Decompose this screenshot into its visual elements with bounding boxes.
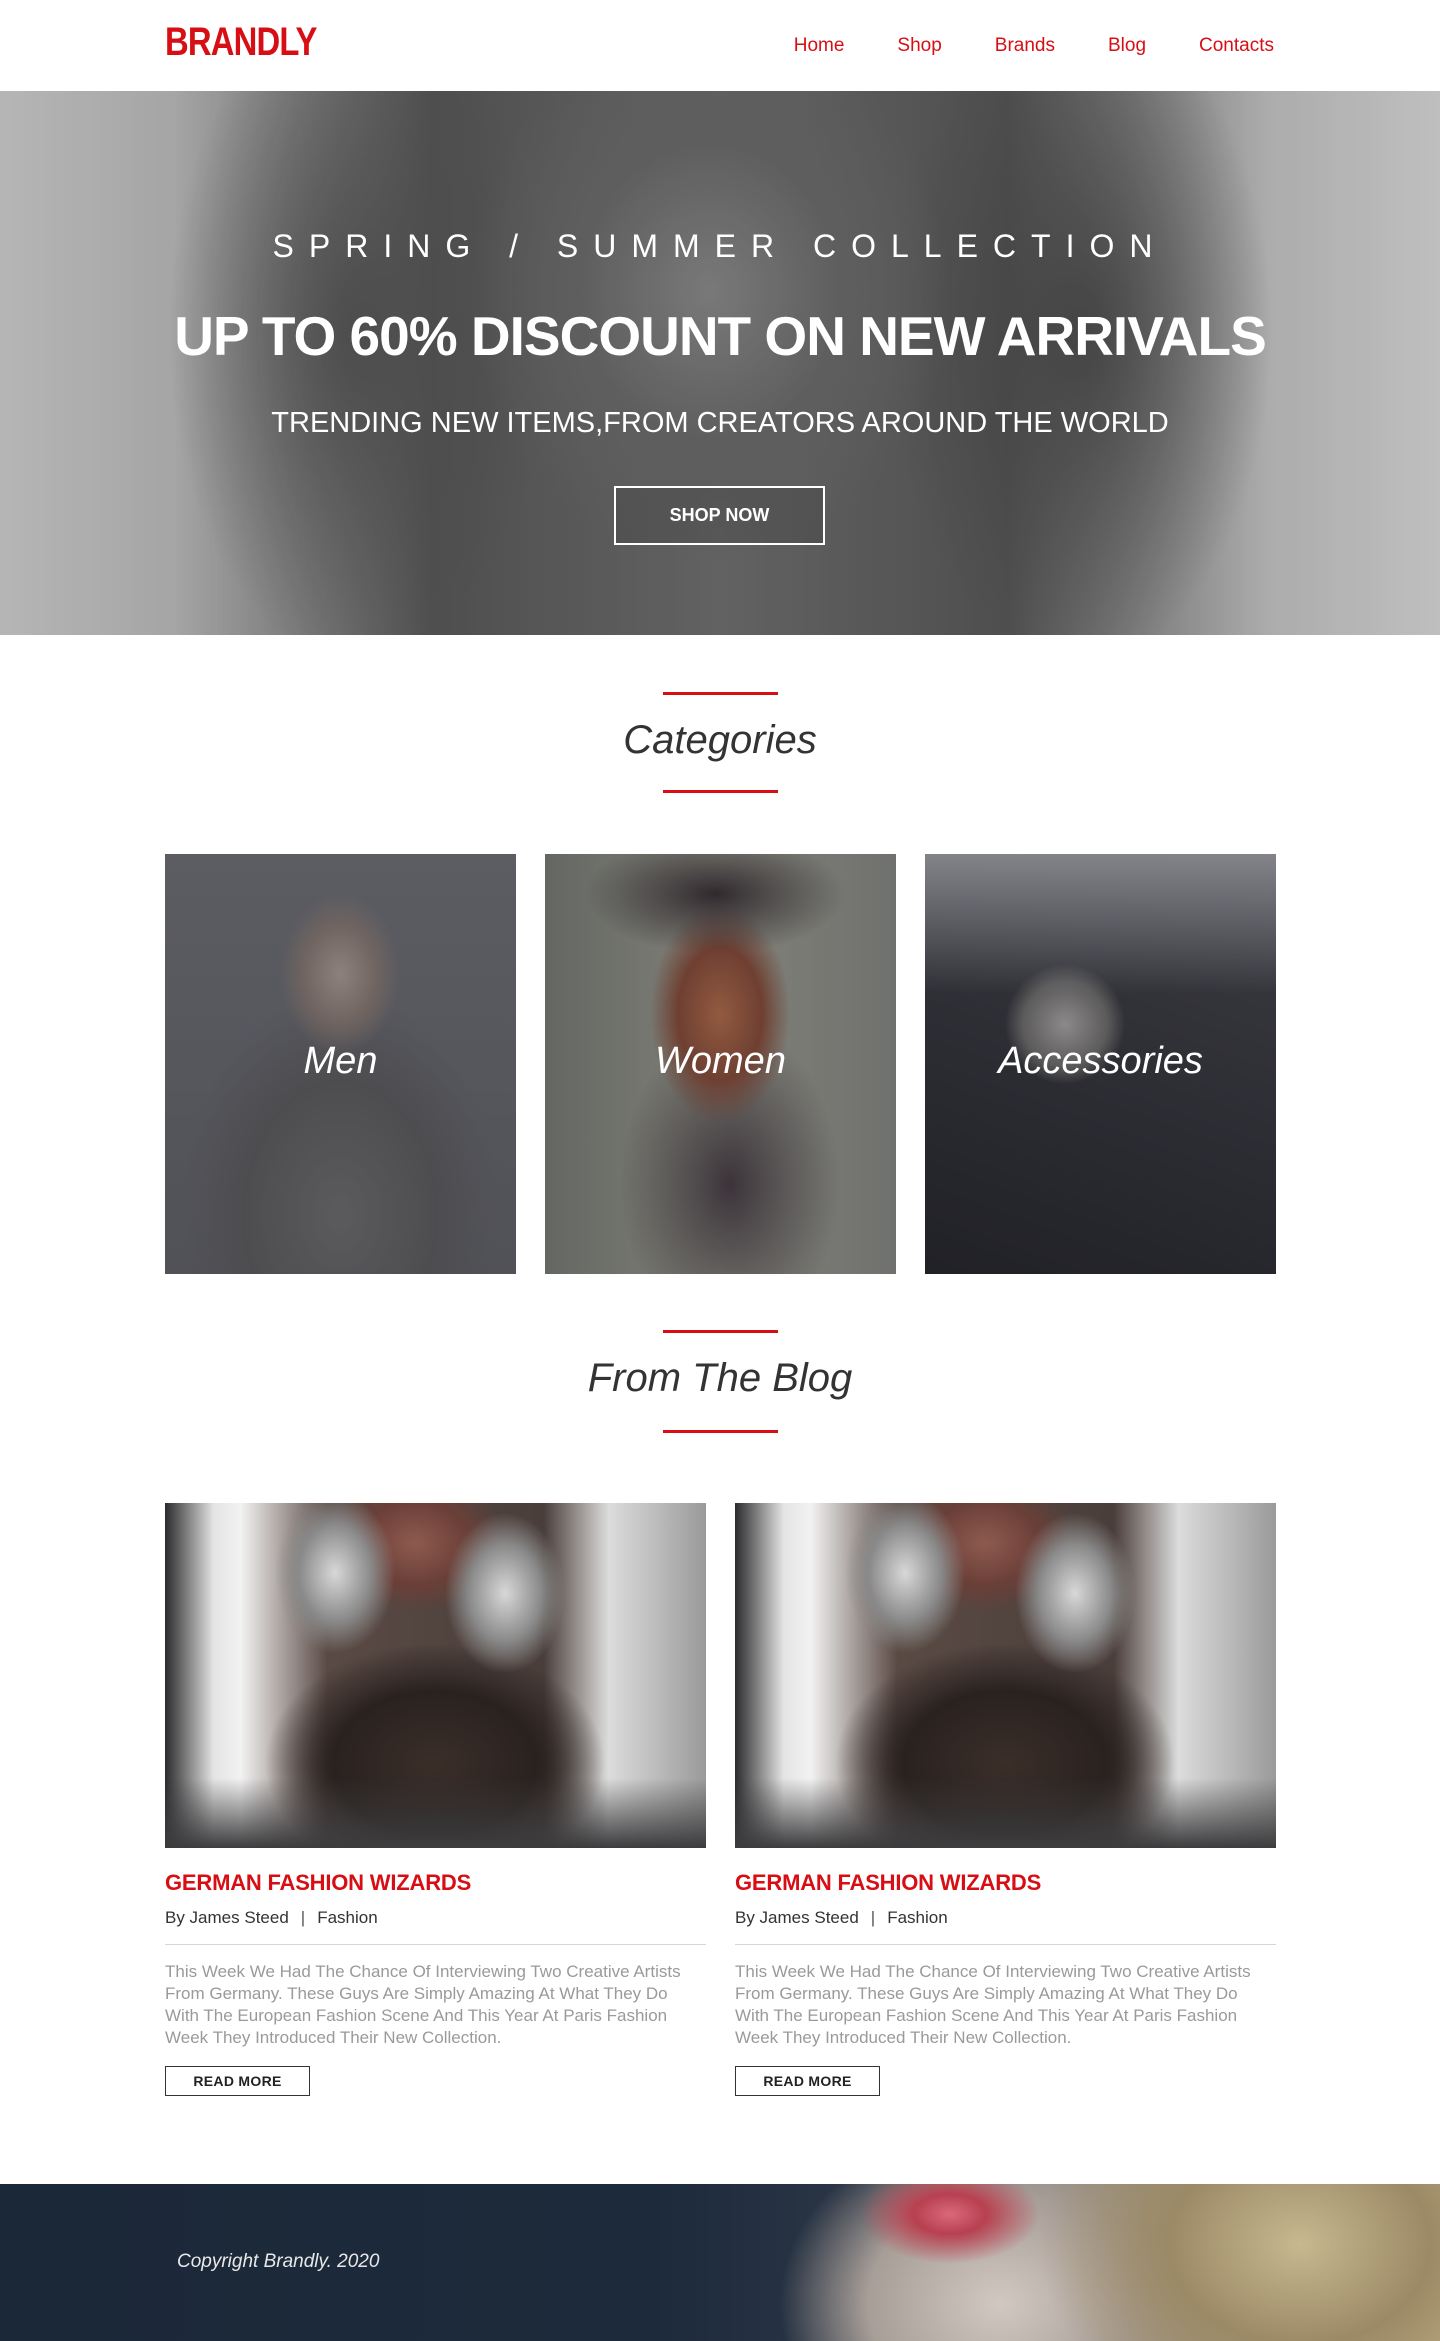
category-card-accessories[interactable]: Accessories <box>925 854 1276 1274</box>
site-footer: Copyright Brandly. 2020 <box>0 2184 1440 2341</box>
category-card-men[interactable]: Men <box>165 854 516 1274</box>
nav-shop[interactable]: Shop <box>897 34 941 58</box>
hero-kicker: SPRING / SUMMER COLLECTION <box>272 228 1168 264</box>
main-nav: Home Shop Brands Blog Contacts <box>741 34 1274 58</box>
blog-post-title[interactable]: GERMAN FASHION WIZARDS <box>735 1868 1276 1898</box>
post-divider <box>735 1944 1276 1945</box>
categories-divider-bottom <box>663 790 778 793</box>
meta-separator: | <box>870 1908 876 1927</box>
brand-logo[interactable]: BRANDLY <box>165 18 317 66</box>
blog-post: GERMAN FASHION WIZARDS By James Steed | Fa… <box>165 1503 706 2096</box>
hero-subtitle: TRENDING NEW ITEMS,FROM CREATORS AROUND … <box>271 407 1169 439</box>
blog-divider-top <box>663 1330 778 1333</box>
blog-post-meta: By James Steed | Fashion <box>735 1906 1276 1930</box>
blog-post-excerpt: This Week We Had The Chance Of Interview… <box>165 1962 681 2047</box>
site-header: BRANDLY Home Shop Brands Blog Contacts <box>0 0 1440 91</box>
category-card-women[interactable]: Women <box>545 854 896 1274</box>
categories-title: Categories <box>623 718 817 762</box>
hero-banner: SPRING / SUMMER COLLECTION UP TO 60% DIS… <box>0 91 1440 635</box>
blog-post-meta: By James Steed | Fashion <box>165 1906 706 1930</box>
blog-divider-bottom <box>663 1430 778 1433</box>
shop-now-button[interactable]: SHOP NOW <box>614 486 825 545</box>
blog-post-image[interactable] <box>165 1503 706 1848</box>
blog-post-title[interactable]: GERMAN FASHION WIZARDS <box>165 1868 706 1898</box>
nav-home[interactable]: Home <box>794 34 845 58</box>
read-more-button[interactable]: READ MORE <box>165 2066 310 2096</box>
meta-separator: | <box>300 1908 306 1927</box>
post-category[interactable]: Fashion <box>887 1908 947 1927</box>
categories-divider-top <box>663 692 778 695</box>
blog-title: From The Blog <box>587 1356 853 1400</box>
blog-post-image[interactable] <box>735 1503 1276 1848</box>
category-label-women: Women <box>655 1040 786 1082</box>
post-divider <box>165 1944 706 1945</box>
hero-title: UP TO 60% DISCOUNT ON NEW ARRIVALS <box>174 305 1267 367</box>
blog-post: GERMAN FASHION WIZARDS By James Steed | Fa… <box>735 1503 1276 2096</box>
post-author: By James Steed <box>735 1908 859 1927</box>
post-category[interactable]: Fashion <box>317 1908 377 1927</box>
copyright-text: Copyright Brandly. 2020 <box>177 2251 380 2272</box>
blog-post-excerpt: This Week We Had The Chance Of Interview… <box>735 1962 1251 2047</box>
category-label-accessories: Accessories <box>998 1040 1203 1082</box>
category-label-men: Men <box>303 1040 378 1082</box>
nav-blog[interactable]: Blog <box>1108 34 1146 58</box>
nav-contacts[interactable]: Contacts <box>1199 34 1274 58</box>
post-author: By James Steed <box>165 1908 289 1927</box>
read-more-button[interactable]: READ MORE <box>735 2066 880 2096</box>
nav-brands[interactable]: Brands <box>995 34 1055 58</box>
